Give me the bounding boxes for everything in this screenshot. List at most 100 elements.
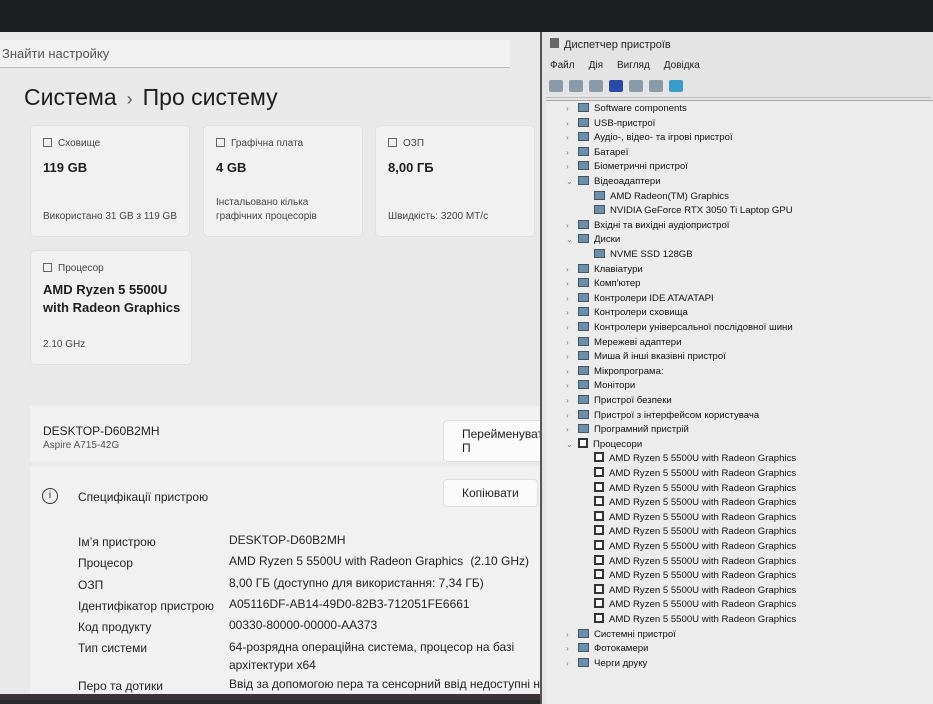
storage-card[interactable]: Сховище 119 GB Використано 31 GB з 119 G… bbox=[30, 125, 190, 237]
device-label: Контролери сховища bbox=[594, 307, 688, 319]
device-item[interactable]: AMD Ryzen 5 5500U with Radeon Graphics bbox=[594, 598, 796, 613]
device-item[interactable]: AMD Ryzen 5 5500U with Radeon Graphics bbox=[594, 481, 796, 497]
device-item[interactable]: NVIDIA GeForce RTX 3050 Ti Laptop GPU bbox=[594, 204, 793, 219]
device-category[interactable]: › Монітори bbox=[566, 379, 635, 394]
chevron-right-icon[interactable]: › bbox=[566, 131, 578, 146]
device-item[interactable]: AMD Radeon(TM) Graphics bbox=[594, 190, 729, 205]
chevron-right-icon[interactable]: › bbox=[566, 321, 578, 336]
menu-help[interactable]: Довідка bbox=[664, 60, 700, 71]
search-input[interactable]: Знайти настройку bbox=[0, 40, 510, 68]
device-label: NVME SSD 128GB bbox=[610, 249, 693, 260]
device-category[interactable]: › Мікропрограма: bbox=[566, 365, 664, 380]
device-category[interactable]: ⌄ Процесори bbox=[566, 437, 643, 453]
device-item[interactable]: AMD Ryzen 5 5500U with Radeon Graphics bbox=[594, 540, 796, 555]
device-item[interactable]: AMD Ryzen 5 5500U with Radeon Graphics bbox=[594, 613, 796, 628]
device-category[interactable]: › Фотокамери bbox=[566, 642, 648, 657]
chevron-right-icon[interactable]: › bbox=[566, 102, 578, 117]
monitor-icon[interactable] bbox=[669, 80, 683, 92]
chevron-right-icon[interactable]: › bbox=[566, 657, 578, 672]
forward-icon[interactable] bbox=[569, 80, 583, 92]
scan-hardware-icon[interactable] bbox=[649, 80, 663, 92]
device-item[interactable]: AMD Ryzen 5 5500U with Radeon Graphics bbox=[594, 452, 796, 467]
device-category[interactable]: › USB-пристрої bbox=[566, 117, 655, 132]
device-item[interactable]: AMD Ryzen 5 5500U with Radeon Graphics bbox=[594, 510, 797, 526]
device-category[interactable]: › Системні пристрої bbox=[566, 628, 676, 643]
properties-icon[interactable] bbox=[589, 80, 603, 92]
spec-value: 00330-80000-00000-AA373 bbox=[229, 618, 378, 633]
device-label: Миша й інші вказівні пристрої bbox=[594, 351, 726, 363]
chevron-down-icon[interactable]: ⌄ bbox=[566, 175, 578, 190]
processor-card[interactable]: Процесор AMD Ryzen 5 5500U with Radeon G… bbox=[30, 250, 192, 365]
device-icon bbox=[578, 307, 589, 317]
device-category[interactable]: › Біометричні пристрої bbox=[566, 160, 688, 175]
breadcrumb-system[interactable]: Система bbox=[24, 84, 117, 110]
device-category[interactable]: › Контролери IDE ATA/ATAPI bbox=[566, 292, 714, 307]
chevron-right-icon[interactable]: › bbox=[566, 409, 578, 424]
processor-icon bbox=[594, 583, 604, 594]
device-category[interactable]: › Вхідні та вихідні аудіопристрої bbox=[566, 219, 729, 234]
chevron-right-icon[interactable]: › bbox=[566, 306, 578, 321]
chevron-right-icon[interactable]: › bbox=[566, 394, 578, 409]
chevron-right-icon[interactable]: › bbox=[566, 117, 578, 132]
help-icon[interactable] bbox=[609, 80, 623, 92]
device-item[interactable]: AMD Ryzen 5 5500U with Radeon Graphics bbox=[594, 525, 796, 540]
chevron-right-icon[interactable]: › bbox=[566, 365, 578, 380]
device-category[interactable]: ⌄ Відеоадаптери bbox=[566, 175, 661, 190]
processor-icon bbox=[594, 525, 604, 536]
processor-icon bbox=[578, 437, 588, 448]
update-driver-icon[interactable] bbox=[629, 80, 643, 92]
device-category[interactable]: › Мережеві адаптери bbox=[566, 336, 681, 351]
device-icon bbox=[578, 176, 589, 185]
chevron-right-icon[interactable]: › bbox=[566, 160, 578, 175]
device-label: Пристрої безпеки bbox=[594, 395, 672, 406]
copy-button[interactable]: Копіювати bbox=[443, 479, 538, 507]
device-category[interactable]: › Контролери сховища bbox=[566, 306, 688, 321]
chevron-right-icon[interactable]: › bbox=[566, 379, 578, 394]
chevron-right-icon[interactable]: › bbox=[566, 423, 578, 438]
device-category[interactable]: ⌄ Диски bbox=[566, 233, 620, 248]
device-tree: › Software components › USB-пристрої › Аудіо-… bbox=[546, 100, 933, 704]
device-item[interactable]: AMD Ryzen 5 5500U with Radeon Graphics bbox=[594, 569, 796, 584]
device-item[interactable]: AMD Ryzen 5 5500U with Radeon Graphics bbox=[594, 554, 796, 570]
graphics-card[interactable]: Графічна плата 4 GB Інстальовано кілька … bbox=[203, 125, 363, 237]
chevron-down-icon[interactable]: ⌄ bbox=[566, 233, 578, 248]
chevron-right-icon[interactable]: › bbox=[566, 219, 578, 234]
chevron-right-icon[interactable]: › bbox=[566, 642, 578, 657]
chevron-right-icon[interactable]: › bbox=[566, 277, 578, 292]
chevron-right-icon[interactable]: › bbox=[566, 292, 578, 307]
menu-view[interactable]: Вигляд bbox=[617, 60, 650, 71]
spec-value-speed: (2.10 GHz) bbox=[470, 554, 529, 569]
device-category[interactable]: › Аудіо-, відео- та ігрові пристрої bbox=[566, 131, 733, 146]
chevron-right-icon[interactable]: › bbox=[566, 350, 578, 365]
menu-file[interactable]: Файл bbox=[550, 60, 575, 71]
chevron-right-icon[interactable]: › bbox=[566, 336, 578, 351]
device-category[interactable]: › Програмний пристрій bbox=[566, 423, 689, 438]
chevron-right-icon[interactable]: › bbox=[566, 628, 578, 643]
device-category[interactable]: › Черги друку bbox=[566, 657, 647, 672]
chevron-right-icon[interactable]: › bbox=[566, 146, 578, 161]
menu-action[interactable]: Дія bbox=[589, 60, 603, 71]
device-category[interactable]: › Контролери універсальної послідовної ши… bbox=[566, 321, 793, 336]
device-category[interactable]: › Миша й інші вказівні пристрої bbox=[566, 350, 726, 365]
ram-card[interactable]: ОЗП 8,00 ГБ Швидкість: 3200 MT/с bbox=[375, 125, 535, 237]
device-icon bbox=[578, 409, 589, 419]
device-category[interactable]: › Software components bbox=[566, 102, 687, 117]
device-item[interactable]: AMD Ryzen 5 5500U with Radeon Graphics bbox=[594, 496, 796, 511]
device-label: Процесори bbox=[593, 438, 643, 450]
device-item[interactable]: AMD Ryzen 5 5500U with Radeon Graphics bbox=[594, 583, 796, 599]
device-category[interactable]: › Пристрої безпеки bbox=[566, 394, 672, 409]
chevron-right-icon[interactable]: › bbox=[566, 263, 578, 278]
device-label: AMD Ryzen 5 5500U with Radeon Graphics bbox=[609, 541, 797, 552]
device-label: AMD Ryzen 5 5500U with Radeon Graphics bbox=[609, 511, 797, 523]
device-category[interactable]: › Клавіатури bbox=[566, 263, 643, 278]
device-category[interactable]: › Комп'ютер bbox=[566, 277, 641, 292]
chevron-down-icon[interactable]: ⌄ bbox=[566, 438, 578, 453]
device-category[interactable]: › Пристрої з інтерфейсом користувача bbox=[566, 409, 759, 424]
device-item[interactable]: NVME SSD 128GB bbox=[594, 248, 693, 263]
device-category[interactable]: › Батареї bbox=[566, 146, 628, 161]
back-icon[interactable] bbox=[549, 80, 563, 92]
card-sub: Інстальовано кілька графічних процесорів bbox=[216, 197, 317, 222]
processor-icon bbox=[594, 452, 604, 463]
spec-value: AMD Ryzen 5 5500U with Radeon Graphics bbox=[229, 554, 464, 569]
device-item[interactable]: AMD Ryzen 5 5500U with Radeon Graphics bbox=[594, 467, 796, 482]
